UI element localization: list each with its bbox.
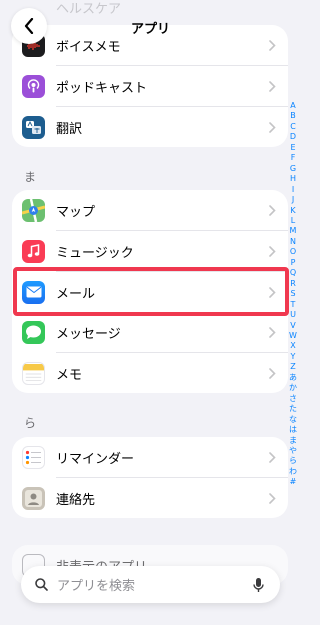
list-item-label: マップ bbox=[56, 204, 96, 220]
podcast-icon bbox=[22, 74, 45, 98]
index-letter[interactable]: B bbox=[290, 111, 296, 121]
list-item-label: ボイスメモ bbox=[56, 39, 121, 55]
chevron-right-icon bbox=[269, 81, 276, 93]
list-item-messages[interactable]: メッセージ bbox=[12, 312, 288, 353]
page-title: アプリ bbox=[130, 22, 170, 37]
section-header-ma: ま bbox=[24, 170, 37, 184]
index-letter[interactable]: D bbox=[290, 132, 296, 142]
section-header-ra: ら bbox=[24, 416, 37, 430]
index-letter[interactable]: E bbox=[290, 143, 295, 153]
index-letter[interactable]: O bbox=[290, 247, 296, 257]
maps-icon bbox=[22, 198, 45, 222]
list-item-music[interactable]: ミュージック bbox=[12, 231, 288, 272]
index-letter[interactable]: F bbox=[291, 153, 296, 163]
index-letter[interactable]: ら bbox=[289, 456, 297, 466]
index-letter[interactable]: わ bbox=[289, 467, 297, 477]
chevron-right-icon bbox=[269, 40, 276, 52]
index-letter[interactable]: K bbox=[290, 206, 295, 216]
music-icon bbox=[22, 239, 45, 263]
list-item-label: メモ bbox=[56, 367, 83, 383]
contacts-icon bbox=[22, 486, 45, 510]
index-letter[interactable]: た bbox=[289, 404, 297, 414]
index-letter[interactable]: # bbox=[290, 477, 297, 487]
index-letter[interactable]: J bbox=[292, 195, 294, 205]
search-input[interactable]: アプリを検索 bbox=[57, 575, 135, 594]
chevron-right-icon bbox=[269, 122, 276, 134]
list-item-translate[interactable]: 翻訳 bbox=[12, 107, 288, 147]
index-letter[interactable]: X bbox=[290, 341, 295, 351]
index-letter[interactable]: Y bbox=[291, 352, 296, 362]
index-letter[interactable]: な bbox=[289, 415, 297, 425]
chevron-right-icon bbox=[269, 205, 276, 217]
index-letter[interactable]: R bbox=[290, 279, 296, 289]
notes-icon bbox=[22, 361, 45, 385]
apps-list-ra: リマインダー 連絡先 bbox=[12, 437, 288, 518]
list-item-reminders[interactable]: リマインダー bbox=[12, 437, 288, 478]
index-letter[interactable]: C bbox=[290, 122, 296, 132]
index-letter[interactable]: か bbox=[289, 383, 297, 393]
list-item-label: 連絡先 bbox=[56, 492, 96, 508]
chevron-right-icon bbox=[269, 246, 276, 258]
list-item-label: 翻訳 bbox=[56, 121, 83, 137]
index-letter[interactable]: W bbox=[289, 331, 297, 341]
index-letter[interactable]: A bbox=[290, 101, 295, 111]
chevron-right-icon bbox=[269, 327, 276, 339]
index-letter[interactable]: N bbox=[290, 237, 296, 247]
list-item-label: リマインダー bbox=[56, 451, 135, 467]
index-letter[interactable]: ま bbox=[289, 436, 297, 446]
index-letter[interactable]: さ bbox=[289, 394, 297, 404]
index-letter[interactable]: Q bbox=[290, 268, 296, 278]
index-letter[interactable]: P bbox=[291, 258, 296, 268]
translate-icon bbox=[22, 115, 45, 139]
messages-icon bbox=[22, 320, 45, 344]
highlight-box bbox=[13, 267, 289, 316]
list-item-label: メッセージ bbox=[56, 326, 121, 342]
microphone-icon[interactable] bbox=[253, 577, 264, 593]
list-item-podcasts[interactable]: ポッドキャスト bbox=[12, 66, 288, 107]
index-letter[interactable]: L bbox=[291, 216, 295, 226]
chevron-right-icon bbox=[269, 368, 276, 380]
index-letter[interactable]: T bbox=[291, 300, 296, 310]
reminders-icon bbox=[22, 445, 45, 469]
alphabet-index[interactable]: A B C D E F G H I J K L M N O P Q R S T U V W X Y Z あかさたなはまやらわ # bbox=[287, 101, 299, 488]
index-letter[interactable]: V bbox=[290, 321, 295, 331]
index-letter[interactable]: や bbox=[289, 446, 297, 456]
list-item-label: ポッドキャスト bbox=[56, 80, 148, 96]
list-item-maps[interactable]: マップ bbox=[12, 190, 288, 231]
index-letter[interactable]: M bbox=[290, 226, 297, 236]
chevron-right-icon bbox=[269, 452, 276, 464]
index-letter[interactable]: あ bbox=[289, 373, 297, 383]
list-item-contacts[interactable]: 連絡先 bbox=[12, 478, 288, 518]
scrolled-title-ghost: ヘルスケア bbox=[56, 2, 122, 17]
apps-list-top: ボイスメモ ポッドキャスト 翻訳 bbox=[12, 25, 288, 147]
index-letter[interactable]: は bbox=[289, 425, 297, 435]
index-letter[interactable]: H bbox=[290, 174, 296, 184]
index-letter[interactable]: I bbox=[292, 185, 294, 195]
search-bar[interactable]: アプリを検索 bbox=[21, 566, 280, 603]
search-icon bbox=[35, 578, 48, 591]
index-letter[interactable]: U bbox=[290, 310, 296, 320]
index-letter[interactable]: S bbox=[290, 289, 295, 299]
chevron-right-icon bbox=[269, 493, 276, 505]
index-letter[interactable]: G bbox=[290, 164, 296, 174]
list-item-notes[interactable]: メモ bbox=[12, 353, 288, 393]
index-letter[interactable]: Z bbox=[290, 362, 295, 372]
list-item-label: ミュージック bbox=[56, 245, 134, 261]
